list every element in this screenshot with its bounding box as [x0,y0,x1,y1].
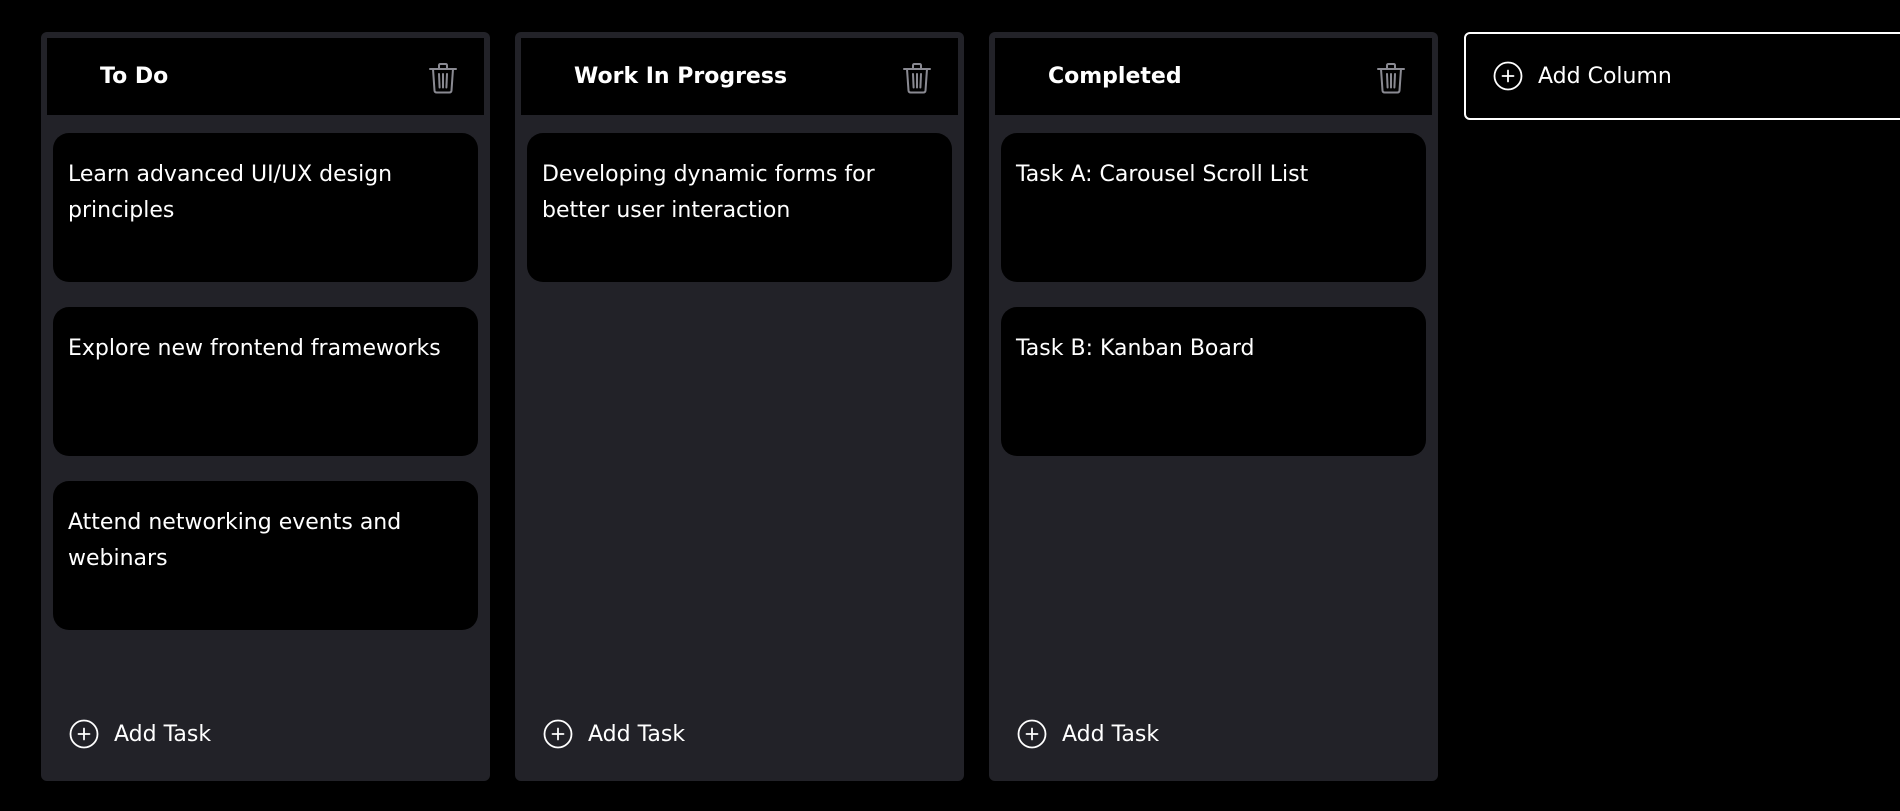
delete-column-button[interactable] [428,62,458,94]
column-completed: Completed Task A: Carousel Scroll List T… [989,32,1438,781]
add-column-button[interactable]: Add Column [1464,32,1900,120]
column-title[interactable]: To Do [100,38,168,115]
plus-circle-icon [1017,719,1047,749]
column-header[interactable]: Work In Progress [521,38,958,115]
column-to-do: To Do Learn advanced UI/UX design princi… [41,32,490,781]
delete-column-button[interactable] [1376,62,1406,94]
plus-circle-icon [1493,61,1523,91]
add-column-label: Add Column [1538,63,1672,89]
add-task-button[interactable]: Add Task [69,718,211,750]
add-task-label: Add Task [588,721,686,747]
add-task-button[interactable]: Add Task [543,718,685,750]
trash-icon [429,63,457,94]
task-card[interactable]: Attend networking events and webinars [53,481,478,630]
add-task-label: Add Task [114,721,212,747]
add-task-label: Add Task [1062,721,1160,747]
kanban-board: To Do Learn advanced UI/UX design princi… [0,0,1900,811]
task-card[interactable]: Explore new frontend frameworks [53,307,478,456]
trash-icon [903,63,931,94]
plus-circle-icon [69,719,99,749]
column-header[interactable]: To Do [47,38,484,115]
trash-icon [1377,63,1405,94]
task-card[interactable]: Task A: Carousel Scroll List [1001,133,1426,282]
plus-circle-icon [543,719,573,749]
column-header[interactable]: Completed [995,38,1432,115]
column-title[interactable]: Work In Progress [574,38,787,115]
task-card[interactable]: Learn advanced UI/UX design principles [53,133,478,282]
delete-column-button[interactable] [902,62,932,94]
task-card[interactable]: Task B: Kanban Board [1001,307,1426,456]
task-card[interactable]: Developing dynamic forms for better user… [527,133,952,282]
add-task-button[interactable]: Add Task [1017,718,1159,750]
column-title[interactable]: Completed [1048,38,1182,115]
column-work-in-progress: Work In Progress Developing dynamic form… [515,32,964,781]
